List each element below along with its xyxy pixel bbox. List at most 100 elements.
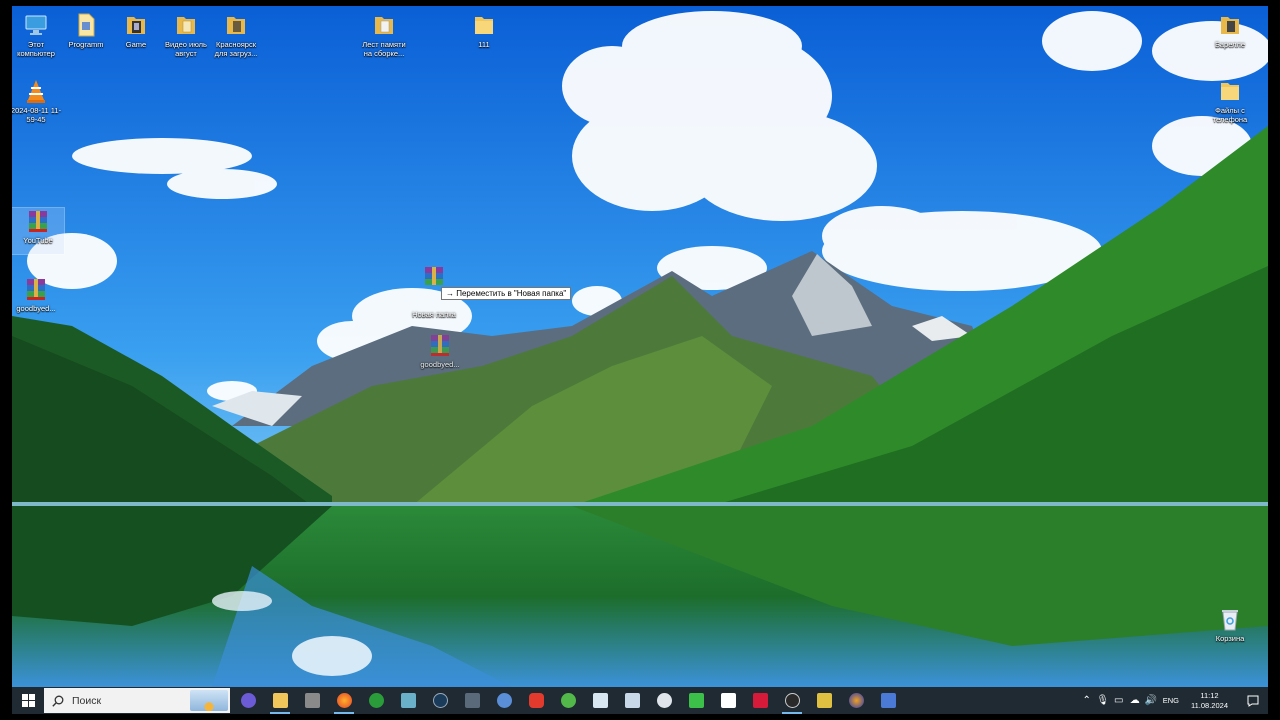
taskbar-app-red[interactable]	[744, 687, 776, 714]
robot-icon	[656, 693, 672, 708]
folder-icon	[177, 17, 195, 34]
desktop-icon-vlc-file[interactable]: 2024-08-11 11-59-45	[12, 78, 62, 124]
computer-icon	[25, 15, 47, 35]
green-c-icon	[688, 693, 704, 708]
clock-date: 11.08.2024	[1191, 700, 1228, 710]
icon-label: Видео июль август	[165, 40, 207, 58]
icon-label: Лест памяти на сборке...	[362, 40, 406, 58]
icon-label: 2024-08-11 11-59-45	[12, 106, 62, 124]
chevron-up-icon[interactable]: ⌃	[1079, 695, 1095, 706]
misc-app-icon	[880, 693, 896, 708]
desktop-icon-goodbye-rar-left[interactable]: goodbyed...	[12, 276, 62, 313]
icon-label: Новая папка	[412, 310, 456, 319]
desktop-icon-game[interactable]: Game	[110, 12, 162, 49]
taskbar-clock[interactable]: 11:12 11.08.2024	[1191, 691, 1228, 711]
folder-icon	[375, 17, 393, 34]
taskbar-app-grid[interactable]	[616, 687, 648, 714]
taskbar-app-explorer[interactable]	[264, 687, 296, 714]
taskbar-app-green-cloud[interactable]	[552, 687, 584, 714]
folder-icon	[227, 17, 245, 34]
wps-office-icon	[528, 693, 544, 708]
taskbar-app-steam[interactable]	[424, 687, 456, 714]
vlc-cone-icon	[27, 80, 45, 103]
cloud-sync-icon[interactable]: ☁	[1127, 695, 1143, 706]
window-icon	[592, 693, 608, 708]
desktop-icon-programm[interactable]: Programm	[60, 12, 112, 49]
search-icon	[52, 695, 64, 707]
taskbar-app-globe[interactable]	[488, 687, 520, 714]
desktop-icon-goodbye-rar-mid[interactable]: goodbyed...	[414, 332, 466, 369]
desktop-icon-files-phone[interactable]: Файлы с телефона	[1204, 78, 1256, 124]
taskbar-app-photo[interactable]	[808, 687, 840, 714]
taskbar-app-browser[interactable]	[840, 687, 872, 714]
taskbar: Поиск ⌃ 🎙 ▭ ☁ 🔊 ENG 11:12 11.08.2024	[12, 687, 1268, 714]
taskbar-app-notes[interactable]	[392, 687, 424, 714]
folder-icon	[1221, 17, 1239, 34]
taskbar-app-window[interactable]	[584, 687, 616, 714]
desktop-icon-video[interactable]: Видео июль август	[160, 12, 212, 58]
icon-label: Programm	[68, 40, 104, 49]
icon-label: Барелле	[1214, 40, 1246, 49]
taskbar-app-wps[interactable]	[520, 687, 552, 714]
icon-label: YouTube	[23, 236, 53, 245]
desktop-icon-youtube-rar[interactable]: YouTube	[12, 207, 65, 255]
firefox-icon	[336, 693, 352, 708]
desktop-icon-111[interactable]: 111	[458, 12, 510, 49]
notification-center-button[interactable]	[1238, 695, 1268, 707]
icon-label: Game	[125, 40, 147, 49]
taskbar-app-robot[interactable]	[648, 687, 680, 714]
desktop-icon-barelle[interactable]: Барелле	[1204, 12, 1256, 49]
icon-label: Этот компьютер	[17, 40, 55, 58]
taskbar-app-firefox[interactable]	[328, 687, 360, 714]
icon-label: Корзина	[1215, 634, 1245, 643]
desktop[interactable]: Этот компьютер Programm Game Видео июль …	[12, 6, 1268, 687]
desktop-icon-this-pc[interactable]: Этот компьютер	[12, 12, 62, 58]
calculator-icon	[464, 693, 480, 708]
speaker-icon[interactable]: 🔊	[1143, 695, 1159, 706]
obs-icon	[784, 693, 800, 708]
desktop-icon-recycle-bin[interactable]: Корзина	[1204, 606, 1256, 643]
folder-icon	[127, 17, 145, 34]
folder-icon	[1221, 83, 1239, 100]
icon-label: goodbyed...	[16, 304, 56, 313]
taskbar-search-box[interactable]: Поиск	[44, 688, 230, 713]
windows-logo-icon	[21, 694, 35, 707]
search-highlight-image	[190, 690, 228, 711]
taskbar-app-calculator[interactable]	[456, 687, 488, 714]
folder-icon	[475, 17, 493, 34]
icon-label: goodbyed...	[420, 360, 460, 369]
start-button[interactable]	[12, 687, 44, 714]
winrar-archive-icon	[431, 335, 449, 356]
icon-label: Красноярск для загруз...	[214, 40, 258, 58]
microphone-icon[interactable]: 🎙	[1095, 695, 1111, 706]
drag-move-tooltip: → Переместить в "Новая папка"	[441, 287, 572, 300]
grid-app-icon	[624, 693, 640, 708]
xbox-icon	[368, 693, 384, 708]
document-icon	[78, 13, 95, 37]
recycle-bin-icon	[1222, 610, 1238, 631]
icon-label: Файлы с телефона	[1212, 106, 1248, 124]
taskbar-app-capcut[interactable]	[712, 687, 744, 714]
taskbar-apps	[232, 687, 904, 714]
taskbar-app-editor[interactable]	[296, 687, 328, 714]
icon-label: 111	[478, 40, 490, 49]
cloud-icon	[560, 693, 576, 708]
taskbar-app-task-view[interactable]	[232, 687, 264, 714]
steam-icon	[432, 693, 448, 708]
notification-icon	[1247, 695, 1259, 707]
desktop-icon-lest[interactable]: Лест памяти на сборке...	[358, 12, 410, 58]
notes-icon	[400, 693, 416, 708]
desktop-icon-krasnoyarsk[interactable]: Красноярск для загруз...	[210, 12, 262, 58]
winrar-archive-icon	[27, 279, 45, 300]
taskbar-app-xbox[interactable]	[360, 687, 392, 714]
taskbar-app-green-c[interactable]	[680, 687, 712, 714]
wallpaper-landscape	[12, 6, 1268, 687]
system-tray: ⌃ 🎙 ▭ ☁ 🔊 ENG 11:12 11.08.2024	[1079, 687, 1268, 714]
input-language[interactable]: ENG	[1163, 696, 1179, 705]
taskbar-app-misc[interactable]	[872, 687, 904, 714]
network-icon[interactable]: ▭	[1111, 695, 1127, 706]
taskbar-app-obs[interactable]	[776, 687, 808, 714]
file-explorer-icon	[272, 693, 288, 708]
editor-icon	[304, 693, 320, 708]
winrar-archive-icon	[29, 211, 47, 232]
